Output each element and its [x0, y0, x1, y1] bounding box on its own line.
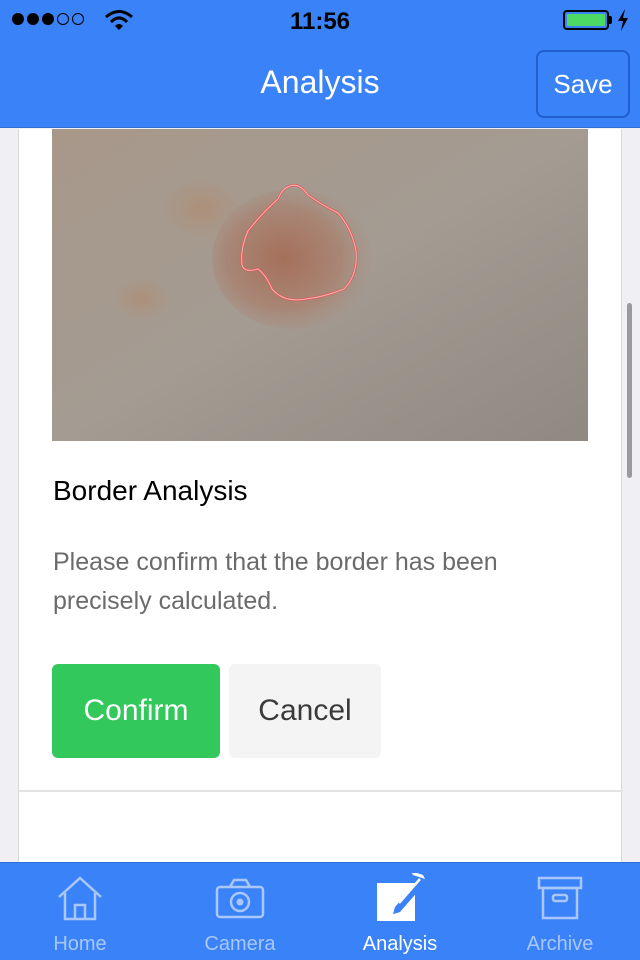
nav-bar: Analysis Save: [0, 40, 640, 128]
tab-camera[interactable]: Camera: [160, 863, 320, 960]
lesion-photo: [52, 129, 588, 441]
content-scroll-area[interactable]: Border Analysis Please confirm that the …: [0, 129, 640, 862]
tab-label: Home: [53, 933, 107, 955]
edit-icon: [377, 873, 425, 921]
cancel-button[interactable]: Cancel: [229, 664, 381, 758]
house-icon: [58, 876, 102, 921]
status-bar: 11:56: [0, 0, 640, 40]
charging-bolt-icon: [618, 9, 628, 31]
tab-label: Analysis: [362, 933, 438, 955]
tab-label: Archive: [526, 933, 594, 955]
archive-box-icon: [537, 876, 583, 920]
tab-home[interactable]: Home: [0, 863, 160, 960]
analysis-card: Border Analysis Please confirm that the …: [18, 129, 623, 862]
tab-bar: Home Camera Analysis Archive: [0, 862, 640, 960]
scroll-indicator: [627, 303, 632, 478]
battery-tip: [609, 16, 612, 24]
camera-icon: [215, 878, 265, 919]
tab-label: Camera: [204, 933, 276, 955]
confirm-button[interactable]: Confirm: [52, 664, 220, 758]
divider: [19, 790, 623, 792]
status-time: 11:56: [289, 8, 351, 35]
section-title: Border Analysis: [53, 475, 248, 506]
section-description: Please confirm that the border has been …: [53, 548, 498, 615]
save-button[interactable]: Save: [536, 50, 630, 118]
tab-analysis[interactable]: Analysis: [320, 863, 480, 960]
battery-icon: [563, 10, 609, 30]
tab-archive[interactable]: Archive: [480, 863, 640, 960]
